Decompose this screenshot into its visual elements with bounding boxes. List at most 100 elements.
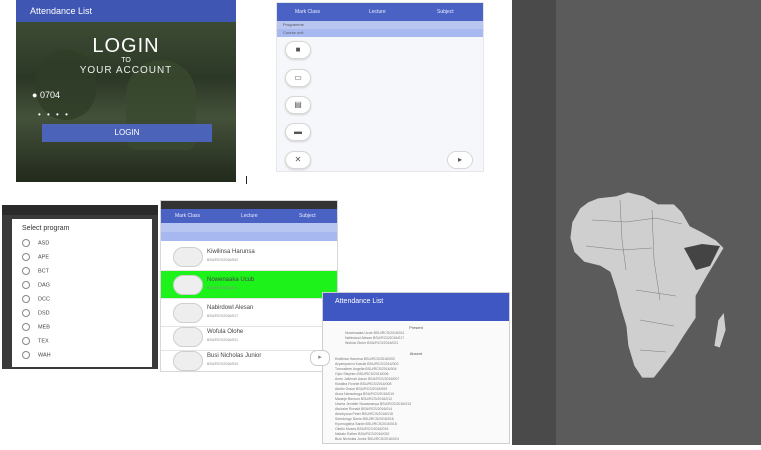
camera-icon[interactable]: ■ (285, 41, 311, 59)
absent-line: Aryampanvu Kasule BSU/RCS/2016/003 (335, 362, 399, 366)
login-headline: LOGIN (92, 35, 160, 57)
program-option[interactable]: WAH (22, 351, 51, 359)
select-program-dialog: Select program ASD APE BCT DAG DCC DSD M… (12, 219, 152, 367)
absent-line: Mwanje Benson BSU/RCS/2016/012 (335, 397, 393, 401)
next-button[interactable]: ▸ (310, 350, 330, 366)
tab-mark-class[interactable]: Mark Class (295, 9, 320, 15)
absent-line: Akello Grace BSU/RCS/2016/009 (335, 387, 388, 391)
student-id: BSU/RCS/2016/024 (207, 362, 239, 366)
program-option[interactable]: DCC (22, 295, 50, 303)
absent-line: Kyomugisha Sarah BSU/RCS/2016/018 (335, 422, 397, 426)
attendance-title-bar: Attendance List (323, 293, 509, 321)
attendance-list-screen: Attendance List Present Nowenaaka Ucub B… (322, 292, 510, 444)
next-button[interactable]: ▸ (447, 151, 473, 169)
list-item-selected[interactable]: Nowenaaka Ucub BSU/RCS/2016/011 (161, 271, 337, 299)
keyboard-icon[interactable]: ▤ (285, 96, 311, 114)
radio-icon (22, 295, 30, 303)
password-field[interactable]: • • • • (38, 110, 70, 119)
present-header: Present (409, 325, 423, 330)
radio-icon (22, 253, 30, 261)
programme-row[interactable] (161, 223, 337, 232)
cancel-icon[interactable]: ✕ (285, 151, 311, 169)
course-unit-row[interactable]: Course unit (277, 29, 483, 37)
avatar (173, 247, 203, 267)
username-field[interactable]: ● 0704 (32, 90, 60, 100)
course-unit-label: Course unit (283, 30, 304, 35)
avatar (173, 327, 203, 347)
avatar (173, 275, 203, 295)
absent-line: Opio Stephen BSU/RCS/2016/006 (335, 372, 389, 376)
madagascar-shape (713, 310, 727, 349)
login-subline: YOUR ACCOUNT (79, 65, 173, 76)
absent-header: Absent (409, 351, 423, 356)
tab-subject[interactable]: Subject (437, 9, 454, 15)
tab-lecture[interactable]: Lecture (369, 9, 386, 15)
absent-line: Kiwalira Ronnie BSU/RCS/2016/008 (335, 382, 392, 386)
program-option[interactable]: MEB (22, 323, 50, 331)
student-name: Kiwilinsa Harunsa (207, 249, 255, 255)
student-name: Busi Nicholas Junior (207, 353, 262, 359)
student-id: BSU/RCS/2016/011 (207, 286, 238, 290)
programme-label: Programme (283, 22, 304, 27)
program-option[interactable]: BCT (22, 267, 49, 275)
radio-icon (22, 267, 30, 275)
username-value: 0704 (39, 90, 60, 100)
program-option[interactable]: APE (22, 253, 49, 261)
absent-line: Atuhaire Ronald BSU/RCS/2016/014 (335, 407, 393, 411)
avatar (173, 303, 203, 323)
programme-row[interactable]: Programme (277, 21, 483, 29)
tab-bar: Mark Class Lecture Subject (277, 3, 483, 21)
absent-line: Nakato Esther BSU/RCS/2016/020 (335, 432, 390, 436)
select-program-screen: Select program ASD APE BCT DAG DCC DSD M… (2, 205, 158, 369)
tab-bar: Mark Class Lecture Subject (161, 209, 337, 223)
login-to-text: TO (121, 57, 131, 64)
program-option[interactable]: ASD (22, 239, 49, 247)
login-button[interactable]: LOGIN (42, 124, 212, 142)
tab-mark-class[interactable]: Mark Class (175, 213, 200, 219)
student-name: Nowenaaka Ucub (207, 277, 255, 283)
absent-line: Tumusiime Angella BSU/RCS/2016/004 (335, 367, 397, 371)
course-unit-row[interactable] (161, 232, 337, 241)
login-screen: Attendance List LOGIN TO YOUR ACCOUNT ● … (16, 0, 236, 182)
student-id: BSU/RCS/2016/017 (207, 314, 239, 318)
side-panel-dark (512, 0, 556, 445)
radio-icon (22, 281, 30, 289)
radio-icon (22, 337, 30, 345)
radio-icon (22, 239, 30, 247)
present-line: Nabirdowl Alesan BSU/RCS/2016/017 (345, 336, 405, 340)
dialog-title: Select program (22, 225, 70, 232)
radio-icon (22, 351, 30, 359)
absent-line: Ssentongo Denis BSU/RCS/2016/016 (335, 417, 394, 421)
tab-lecture[interactable]: Lecture (241, 213, 258, 219)
status-bar (161, 201, 337, 209)
present-line: Nowenaaka Ucub BSU/RCS/2016/011 (345, 331, 405, 335)
student-name: Nabirdowl Alesan (207, 305, 254, 311)
program-option[interactable]: TEX (22, 337, 49, 345)
absent-line: Busi Nicholas Junior BSU/RCS/2016/024 (335, 437, 399, 441)
status-bar (2, 205, 158, 215)
absent-line: Kiwilinsa Harunsa BSU/RCS/2016/002 (335, 357, 395, 361)
divider-mark (246, 176, 247, 184)
list-item[interactable]: Kiwilinsa Harunsa BSU/RCS/2016/002 (161, 243, 337, 271)
map-panel (556, 0, 761, 445)
app-title-bar: Attendance List (16, 0, 236, 22)
program-option[interactable]: DSD (22, 309, 50, 317)
tab-subject[interactable]: Subject (299, 213, 316, 219)
student-list-screen: Mark Class Lecture Subject Kiwilinsa Har… (160, 200, 338, 372)
program-option[interactable]: DAG (22, 281, 50, 289)
absent-line: Acen Jollenah Aaron BSU/RCS/2016/007 (335, 377, 400, 381)
present-line: Wofula Olohe BSU/RCS/2016/021 (345, 341, 399, 345)
avatar (173, 351, 203, 371)
user-icon: ● (32, 90, 38, 100)
absent-line: Okello Moses BSU/RCS/2016/019 (335, 427, 389, 431)
printer-icon[interactable]: ▬ (285, 123, 311, 141)
absent-line: Ainebyona Peter BSU/RCS/2016/015 (335, 412, 393, 416)
radio-icon (22, 323, 30, 331)
absent-line: Uwera Jennifer Nuwamanya BSU/RCS/2016/01… (335, 402, 412, 406)
absent-line: Anna Nansubuga BSU/RCS/2016/010 (335, 392, 395, 396)
document-icon[interactable]: ▭ (285, 69, 311, 87)
africa-map-icon (569, 191, 727, 379)
student-id: BSU/RCS/2016/002 (207, 258, 239, 262)
student-name: Wofula Olohe (207, 329, 244, 335)
mark-class-screen: Mark Class Lecture Subject Programme Cou… (276, 2, 484, 172)
